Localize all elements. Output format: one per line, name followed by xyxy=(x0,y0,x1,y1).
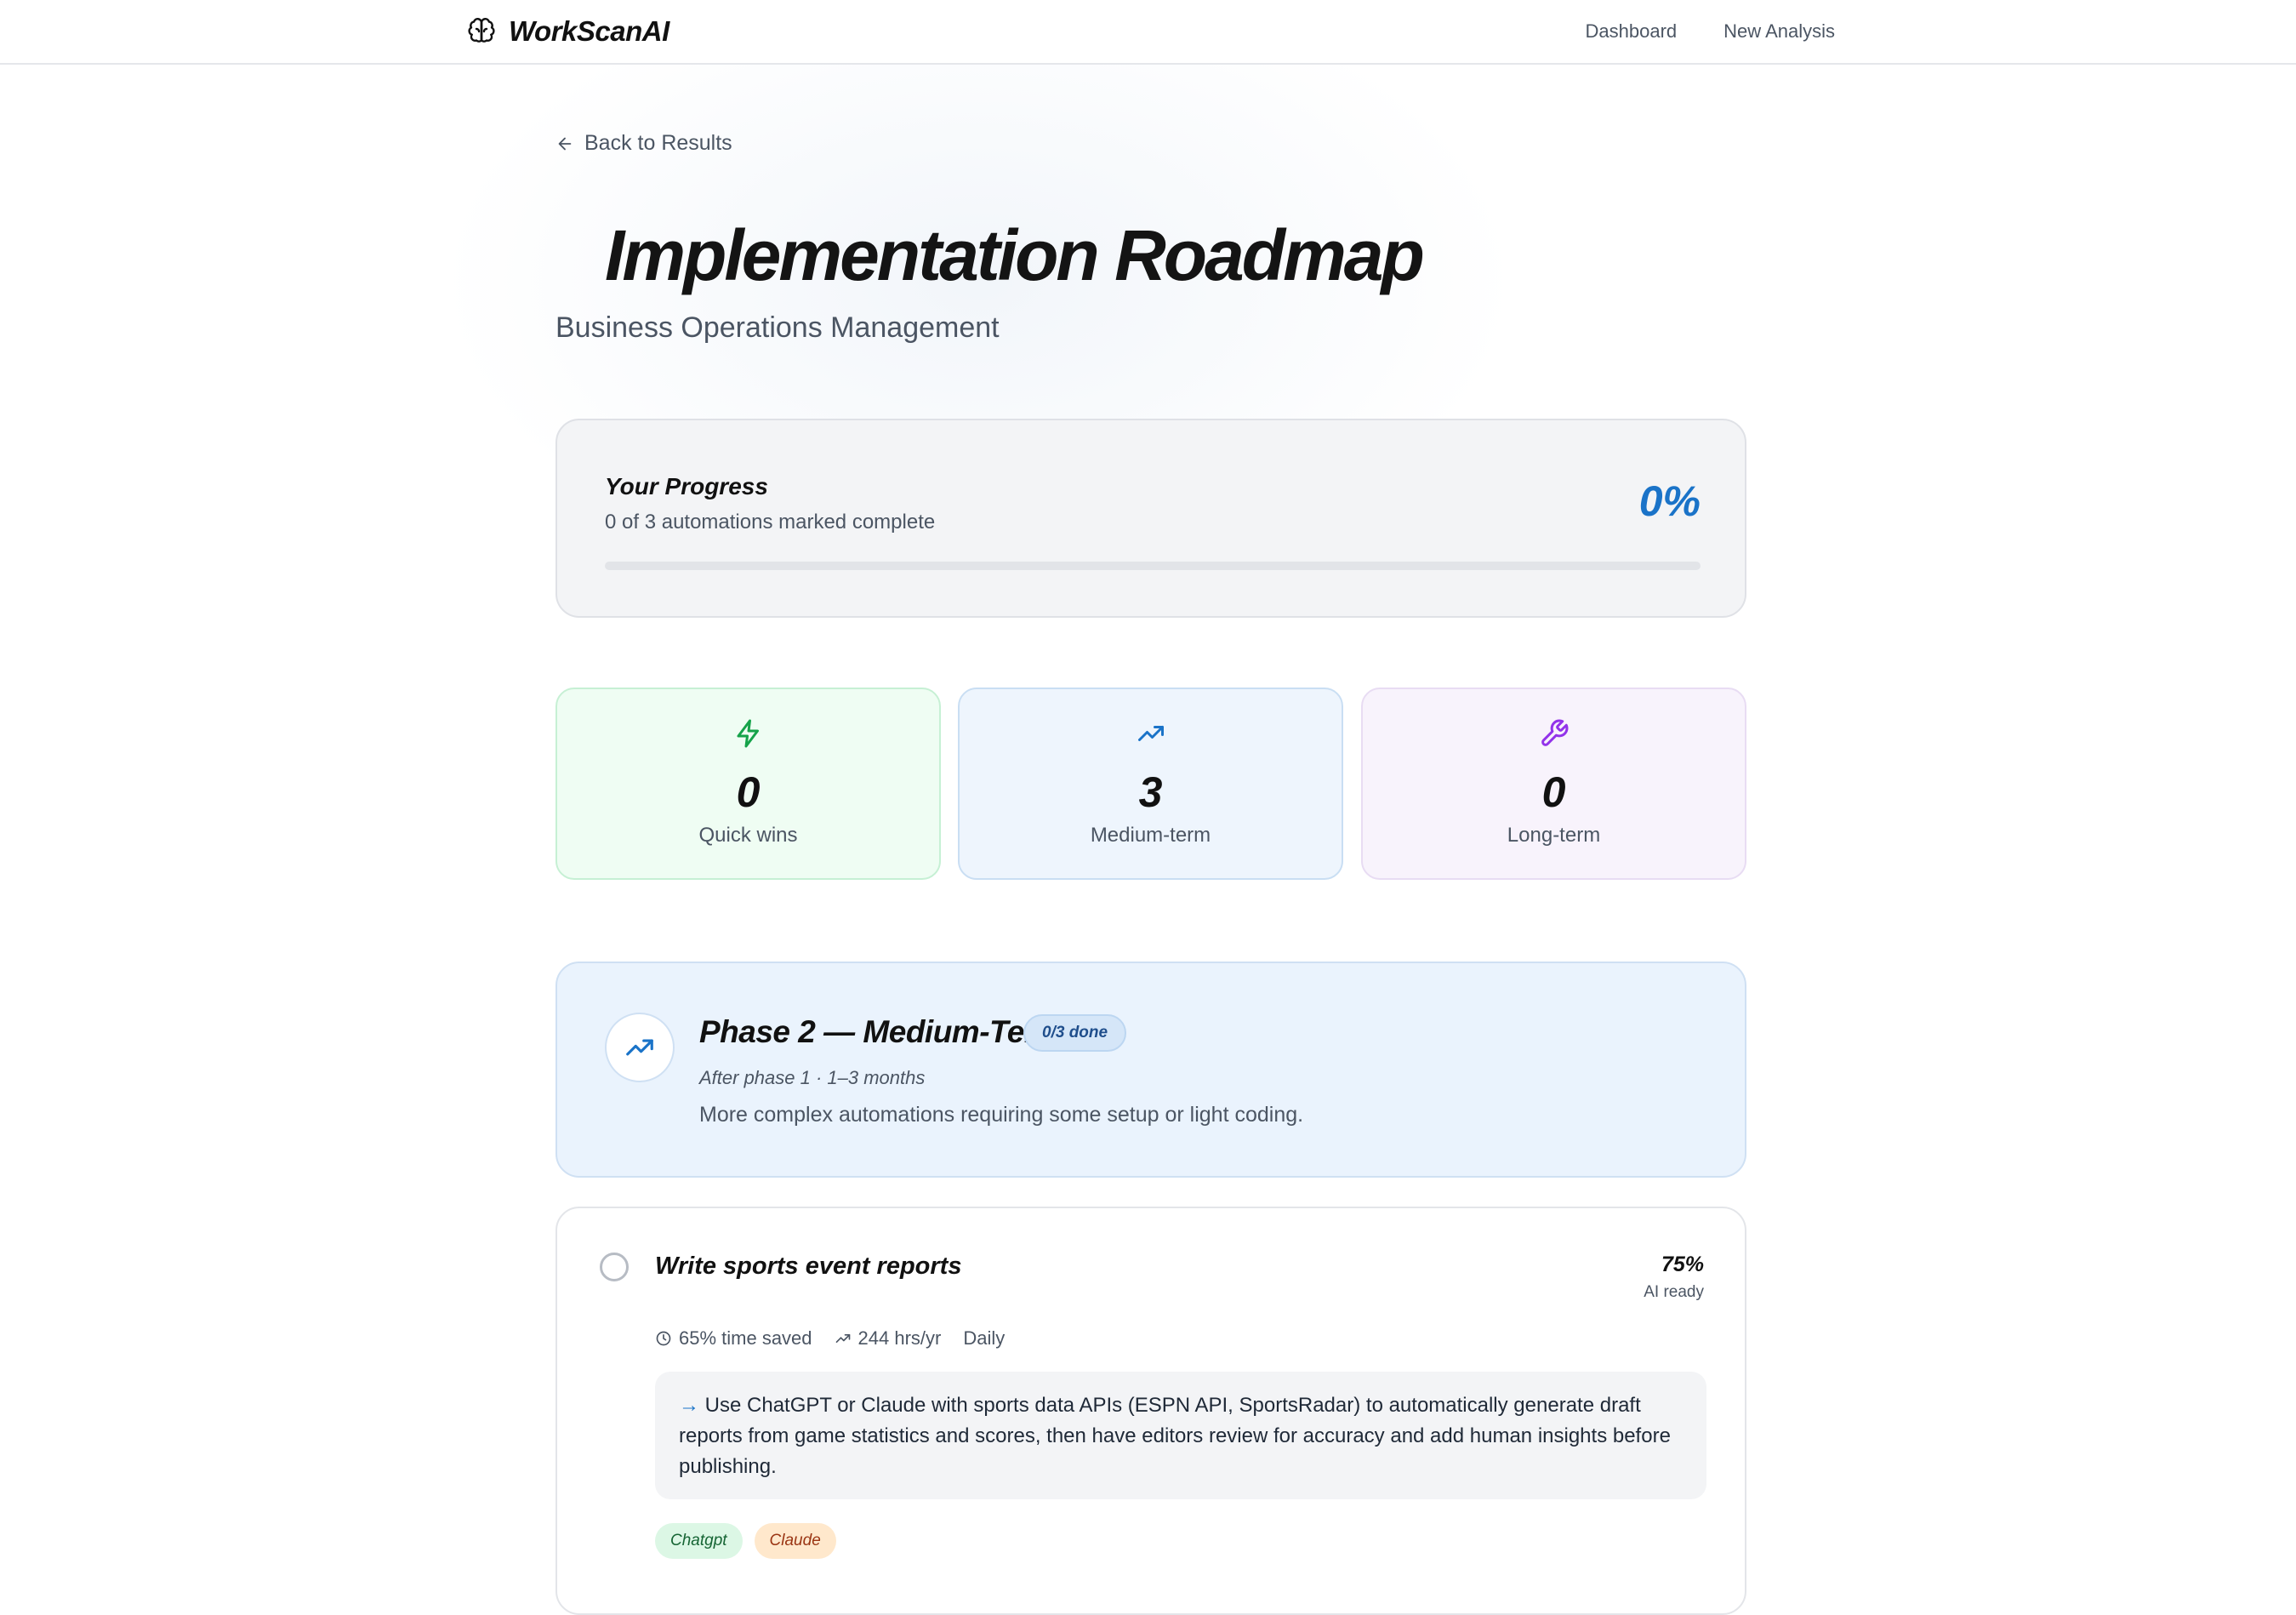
phase-timing: After phase 1 · 1–3 months xyxy=(699,1067,926,1088)
tool-tags: Chatgpt Claude xyxy=(655,1523,836,1559)
hours-saved-text: 244 hrs/yr xyxy=(857,1327,942,1349)
nav-link-new-analysis[interactable]: New Analysis xyxy=(1723,20,1835,43)
back-to-results-link[interactable]: Back to Results xyxy=(555,131,732,156)
stat-value: 0 xyxy=(1541,768,1566,816)
nav-links: Dashboard New Analysis xyxy=(1586,20,1835,43)
tag-chatgpt: Chatgpt xyxy=(655,1523,743,1559)
phase-header: Phase 2 — Medium-Term 0/3 done After pha… xyxy=(555,962,1746,1178)
progress-title: Your Progress xyxy=(605,473,768,499)
stat-card-long-term: 0 Long-term xyxy=(1361,688,1746,880)
frequency: Daily xyxy=(963,1327,1005,1350)
ai-ready-score: 75% xyxy=(1661,1253,1704,1276)
page-title: Implementation Roadmap xyxy=(605,215,1425,295)
arrow-right-icon: → xyxy=(679,1394,699,1417)
phase-description: More complex automations requiring some … xyxy=(699,1103,1304,1127)
page-subtitle: Business Operations Management xyxy=(555,311,1000,344)
task-complete-checkbox[interactable] xyxy=(600,1253,629,1281)
hours-saved: 244 hrs/yr xyxy=(835,1327,942,1350)
brain-icon xyxy=(468,18,495,43)
task-card: Write sports event reports 75% AI ready … xyxy=(555,1207,1746,1615)
trending-up-icon xyxy=(835,1334,850,1343)
trending-up-icon xyxy=(626,1039,653,1056)
tag-claude: Claude xyxy=(754,1523,836,1559)
recommendation-text: Use ChatGPT or Claude with sports data A… xyxy=(679,1394,1671,1478)
brand-name: WorkScanAI xyxy=(509,15,669,47)
wrench-icon xyxy=(1541,719,1568,746)
clock-icon xyxy=(656,1331,671,1346)
stat-value: 3 xyxy=(1138,768,1163,816)
progress-card: Your Progress 0 of 3 automations marked … xyxy=(555,419,1746,618)
stat-label: Medium-term xyxy=(1090,824,1211,847)
stat-card-medium-term: 3 Medium-term xyxy=(958,688,1343,880)
time-saved: 65% time saved xyxy=(655,1327,812,1350)
stat-value: 0 xyxy=(736,768,761,816)
lightning-icon xyxy=(737,719,759,748)
stat-card-quick-wins: 0 Quick wins xyxy=(555,688,941,880)
recommendation-box: → Use ChatGPT or Claude with sports data… xyxy=(655,1372,1706,1499)
time-saved-text: 65% time saved xyxy=(679,1327,812,1349)
phase-done-badge: 0/3 done xyxy=(1023,1014,1127,1052)
progress-percent: 0% xyxy=(1638,477,1701,525)
ai-ready-label: AI ready xyxy=(1644,1283,1704,1301)
task-meta: 65% time saved 244 hrs/yr Daily xyxy=(655,1327,1005,1350)
progress-bar xyxy=(605,562,1701,570)
back-label: Back to Results xyxy=(584,131,732,155)
trending-up-icon xyxy=(1137,726,1164,741)
stat-label: Quick wins xyxy=(698,824,798,847)
frequency-text: Daily xyxy=(963,1327,1006,1349)
phase-title: Phase 2 — Medium-Term xyxy=(699,1014,1064,1049)
nav-link-dashboard[interactable]: Dashboard xyxy=(1586,20,1678,43)
phase-icon-circle xyxy=(605,1013,675,1082)
stat-label: Long-term xyxy=(1507,824,1601,847)
brand[interactable]: WorkScanAI xyxy=(466,15,669,48)
progress-subtitle: 0 of 3 automations marked complete xyxy=(605,511,936,534)
arrow-left-icon xyxy=(558,137,572,150)
task-title: Write sports event reports xyxy=(655,1253,962,1280)
top-nav: WorkScanAI Dashboard New Analysis xyxy=(0,0,2296,65)
